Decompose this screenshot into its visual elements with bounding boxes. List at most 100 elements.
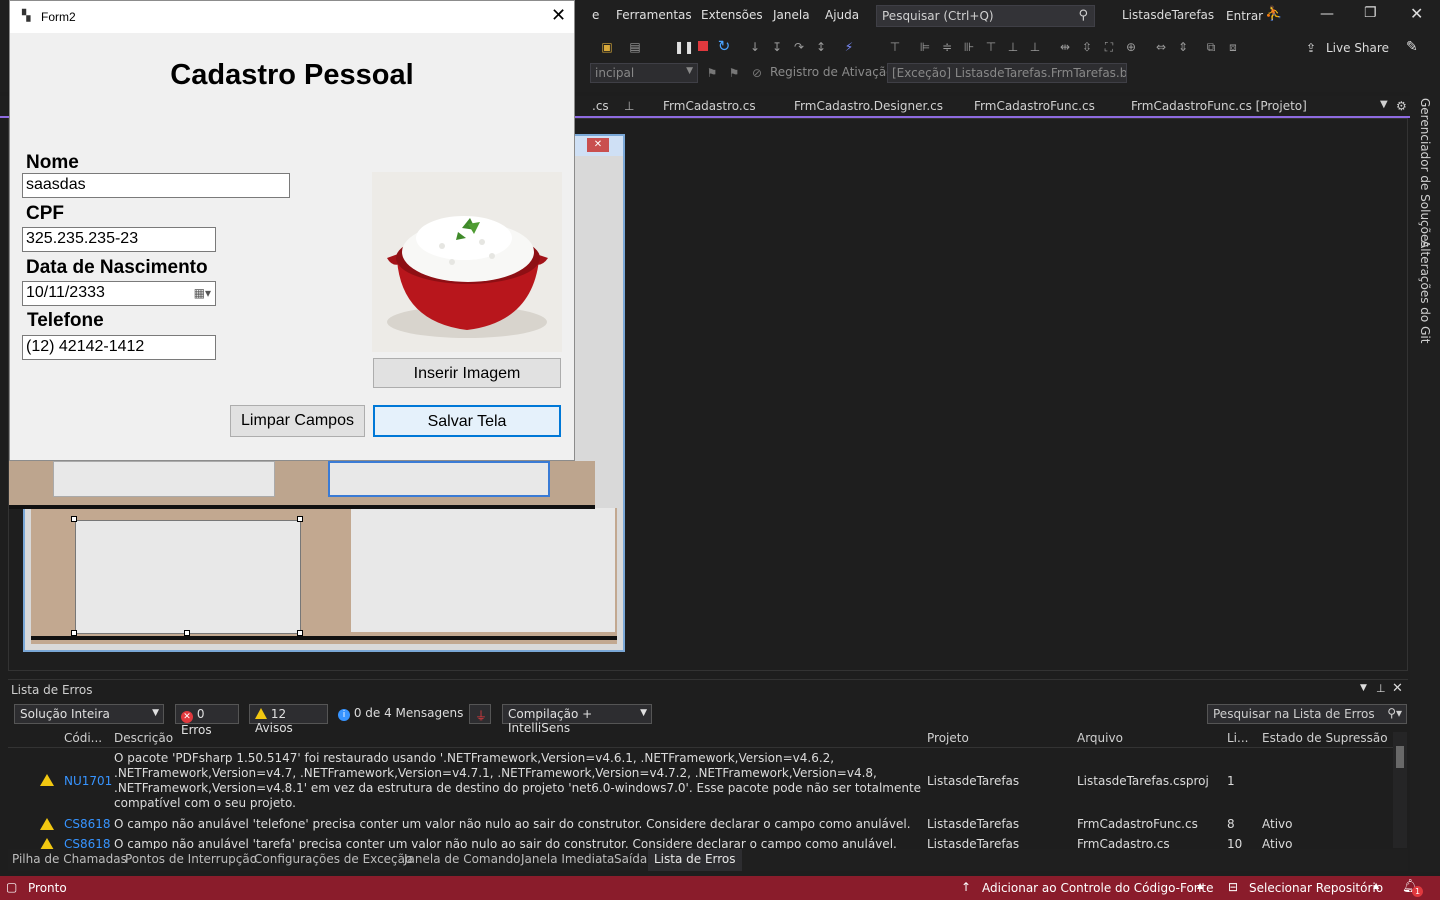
row-code[interactable]: CS8618 (64, 837, 111, 849)
cpf-input[interactable]: 325.235.235-23 (22, 227, 216, 252)
step-out-icon[interactable]: ↕ (814, 40, 828, 54)
col-suppression[interactable]: Estado de Supressão (1262, 731, 1388, 745)
limpar-campos-button[interactable]: Limpar Campos (230, 405, 365, 437)
tab-call-stack[interactable]: Pilha de Chamadas (12, 852, 127, 866)
designer-selected-panel[interactable] (75, 520, 301, 634)
menu-edit-partial[interactable]: e (592, 8, 599, 22)
feedback-icon[interactable]: ✎ (1406, 39, 1418, 55)
hot-reload-icon[interactable]: ⚡ (842, 40, 856, 54)
row-code[interactable]: CS8618 (64, 817, 111, 831)
activation-combo[interactable]: [Exceção] ListasdeTarefas.FrmTarefas.btn… (887, 63, 1127, 83)
col-line[interactable]: Li... (1227, 731, 1248, 745)
align-middle-icon[interactable]: ⊥ (1006, 40, 1020, 54)
panel-pin-icon[interactable]: ⊥ (1376, 682, 1386, 695)
col-description[interactable]: Descrição (114, 731, 173, 745)
close-icon[interactable]: ✕ (1410, 4, 1423, 23)
resize-handle[interactable] (297, 516, 303, 522)
resize-handle[interactable] (71, 516, 77, 522)
warnings-filter-button[interactable]: 12 Avisos (249, 704, 328, 735)
rail-solution-explorer[interactable]: Gerenciador de Soluções (1418, 98, 1432, 248)
flags-icon[interactable]: ⚑ (727, 66, 741, 80)
data-nascimento-picker[interactable]: 10/11/2333 ▦▾ (22, 281, 216, 306)
align-bottom-icon[interactable]: ⊥ (1028, 40, 1042, 54)
bring-front-icon[interactable]: ⧉ (1204, 40, 1218, 54)
tab-error-list[interactable]: Lista de Erros (648, 849, 742, 871)
live-share-button[interactable]: Live Share (1326, 41, 1389, 55)
tab-command-window[interactable]: Janela de Comando (404, 852, 521, 866)
align-right-icon[interactable]: ⊪ (962, 40, 976, 54)
nome-input[interactable]: saasdas (22, 173, 290, 198)
flag-icon[interactable]: ⚑ (705, 66, 719, 80)
open-folder-icon[interactable]: ▣ (600, 40, 614, 54)
build-filter-select[interactable]: Compilação + IntelliSens ▼ (502, 704, 652, 735)
designer-button-left[interactable] (53, 461, 275, 497)
menu-janela[interactable]: Janela (773, 8, 810, 22)
row-code[interactable]: NU1701 (64, 774, 112, 788)
restore-icon[interactable]: ❐ (1364, 5, 1377, 21)
save-icon[interactable]: ▤ (628, 40, 642, 54)
menu-ferramentas[interactable]: Ferramentas (616, 8, 692, 22)
pin-icon[interactable]: ⊥ (624, 99, 634, 113)
restart-icon[interactable]: ↻ (717, 39, 731, 54)
menu-extensoes[interactable]: Extensões (701, 8, 763, 22)
col-code[interactable]: Códi... (64, 731, 102, 745)
signin-button[interactable]: Entrar (1226, 9, 1263, 23)
filter-icon[interactable]: ⊘ (750, 66, 764, 80)
same-width-icon[interactable]: ⇹ (1058, 40, 1072, 54)
vs-search-input[interactable]: Pesquisar (Ctrl+Q) ⚲ (876, 5, 1095, 27)
menu-ajuda[interactable]: Ajuda (825, 8, 859, 22)
filter-icon[interactable]: ⏚ (469, 704, 491, 724)
send-back-icon[interactable]: ⧈ (1226, 40, 1240, 54)
telefone-input[interactable]: (12) 42142-1412 (22, 335, 216, 360)
align-icon[interactable]: ⊤ (888, 40, 902, 54)
tab-overflow-icon[interactable]: ▼ (1380, 99, 1388, 110)
col-file[interactable]: Arquivo (1077, 731, 1123, 745)
errors-filter-button[interactable]: ✕ 0 Erros (175, 704, 239, 737)
messages-filter-button[interactable]: i 0 de 4 Mensagens (338, 706, 463, 721)
panel-menu-icon[interactable]: ▼ (1360, 683, 1367, 693)
select-repo-button[interactable]: Selecionar Repositório (1249, 881, 1383, 895)
table-row[interactable]: CS8618 O campo não anulável 'telefone' p… (8, 816, 1393, 834)
tab-partial[interactable]: .cs (592, 99, 609, 113)
align-top-icon[interactable]: ⊤ (984, 40, 998, 54)
stop-icon[interactable] (696, 40, 710, 54)
calendar-icon[interactable]: ▦▾ (194, 286, 211, 300)
form2-close-icon[interactable]: ✕ (551, 5, 566, 26)
resize-handle[interactable] (184, 630, 190, 636)
vspacing-icon[interactable]: ⇕ (1176, 40, 1190, 54)
step-into-icon[interactable]: ↓ (748, 40, 762, 54)
col-project[interactable]: Projeto (927, 731, 969, 745)
step-over-icon[interactable]: ↧ (770, 40, 784, 54)
error-search-input[interactable]: Pesquisar na Lista de Erros ⚲▾ (1207, 704, 1407, 724)
pause-icon[interactable]: ❚❚ (674, 40, 694, 54)
same-size-icon[interactable]: ⛶ (1102, 40, 1116, 54)
resize-handle[interactable] (297, 630, 303, 636)
scrollbar-thumb[interactable] (1396, 746, 1404, 768)
account-icon[interactable]: ⛹ (1265, 6, 1282, 22)
table-row[interactable]: CS8618 O campo não anulável 'tarefa' pre… (8, 836, 1393, 849)
tab-breakpoints[interactable]: Pontos de Interrupção (125, 852, 257, 866)
align-left-icon[interactable]: ⊫ (918, 40, 932, 54)
minimize-icon[interactable]: — (1320, 6, 1334, 22)
configuration-combo[interactable]: incipal ▼ (590, 63, 698, 83)
tab-frmcadastrofunc-projeto[interactable]: FrmCadastroFunc.cs [Projeto] (1131, 99, 1307, 113)
resize-handle[interactable] (71, 630, 77, 636)
error-list-scrollbar[interactable] (1393, 732, 1407, 848)
tab-exception-settings[interactable]: Configurações de Exceção (254, 852, 412, 866)
table-row[interactable]: NU1701 O pacote 'PDFsharp 1.50.5147' foi… (8, 750, 1393, 812)
designer-panel-lower-right[interactable] (351, 508, 615, 632)
salvar-tela-button[interactable]: Salvar Tela (373, 405, 561, 437)
settings-icon[interactable]: ⚙ (1396, 99, 1407, 113)
inserir-imagem-button[interactable]: Inserir Imagem (373, 358, 561, 388)
source-control-button[interactable]: Adicionar ao Controle do Código-Fonte (982, 881, 1213, 895)
tab-output[interactable]: Saída (614, 852, 647, 866)
tab-immediate-window[interactable]: Janela Imediata (521, 852, 614, 866)
tab-frmcadastro-designer[interactable]: FrmCadastro.Designer.cs (794, 99, 943, 113)
spacing-icon[interactable]: ⇔ (1154, 40, 1168, 54)
designer-button-right[interactable] (328, 461, 550, 497)
rail-git-changes[interactable]: Alterações do Git (1418, 240, 1432, 343)
tab-frmcadastro[interactable]: FrmCadastro.cs (663, 99, 756, 113)
tab-frmcadastrofunc[interactable]: FrmCadastroFunc.cs (974, 99, 1095, 113)
align-center-icon[interactable]: ≑ (940, 40, 954, 54)
step-back-icon[interactable]: ↷ (792, 40, 806, 54)
